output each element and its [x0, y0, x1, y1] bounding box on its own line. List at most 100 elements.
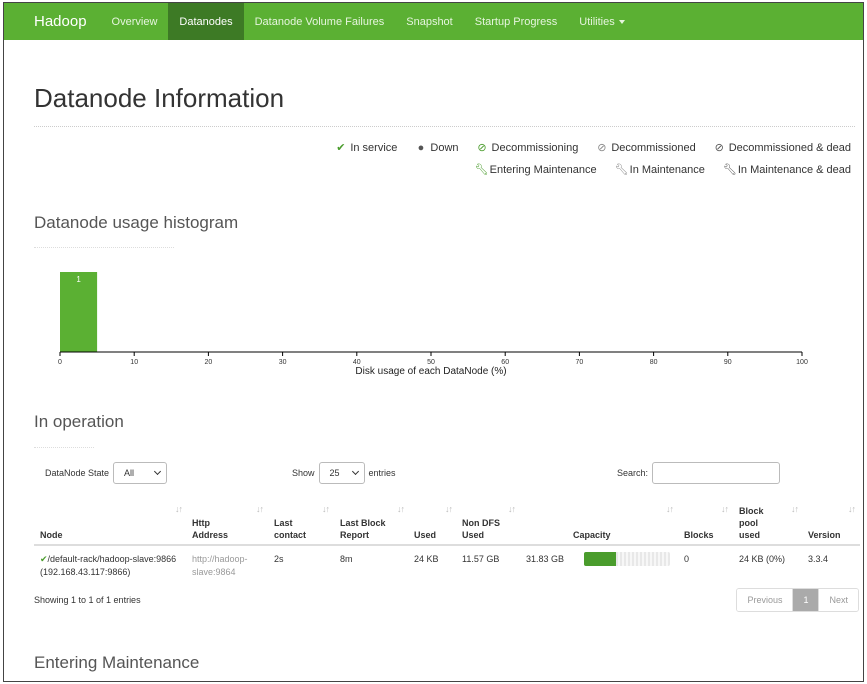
wrench-icon: 🔧︎: [722, 164, 737, 176]
sort-icon[interactable]: ↓↑: [175, 504, 183, 514]
state-select[interactable]: All: [113, 462, 168, 484]
col-block-pool-used[interactable]: Block pool used: [739, 505, 764, 541]
header-line: Address: [192, 530, 229, 540]
entries-label: entries: [368, 468, 396, 478]
nav-startup-progress[interactable]: Startup Progress: [464, 3, 569, 40]
header-line: Last: [274, 518, 293, 528]
col-capacity[interactable]: Capacity: [573, 529, 611, 541]
cell-http-address[interactable]: http://hadoop- slave:9864: [192, 553, 248, 579]
sort-icon[interactable]: ↓↑: [322, 504, 330, 514]
x-tick-label: 100: [796, 359, 808, 366]
legend-row-2: 🔧︎ Entering Maintenance 🔧︎ In Maintenanc…: [474, 163, 851, 177]
brand-link[interactable]: Hadoop: [4, 3, 101, 40]
caret-down-icon: [618, 19, 625, 24]
in-operation-title: In operation: [34, 412, 124, 431]
x-tick-label: 0: [58, 359, 62, 366]
ban-icon: ⊘: [477, 142, 487, 154]
navbar: Hadoop Overview Datanodes Datanode Volum…: [4, 3, 863, 40]
cell-capacity: 31.83 GB: [526, 554, 565, 564]
legend-label: Decommissioned: [611, 141, 696, 154]
legend-label: In Maintenance & dead: [737, 163, 851, 176]
legend-in-maintenance-dead: 🔧︎ In Maintenance & dead: [722, 163, 851, 177]
legend-decommissioned: ⊘ Decommissioned: [596, 141, 696, 155]
nav-datanodes[interactable]: Datanodes: [168, 3, 244, 40]
datanode-table: ↓↑ ↓↑ ↓↑ ↓↑ ↓↑ ↓↑ ↓↑ ↓↑ ↓↑ ↓↑ Node Http …: [34, 500, 860, 586]
nav-volume-failures[interactable]: Datanode Volume Failures: [244, 3, 396, 40]
cell-blocks: 0: [684, 554, 690, 564]
legend-label: Down: [430, 141, 459, 154]
legend-down: ● Down: [415, 141, 459, 154]
chevron-down-icon: [154, 467, 162, 476]
sort-icon[interactable]: ↓↑: [397, 504, 405, 514]
legend-label: Decommissioning: [491, 141, 579, 154]
section-divider: [34, 247, 174, 248]
sort-icon[interactable]: ↓↑: [791, 504, 799, 514]
capacity-bar: [584, 552, 670, 566]
col-http-address[interactable]: Http Address: [192, 517, 228, 541]
node-name: /default-rack/hadoop-slave:9866: [47, 554, 177, 564]
page-length-control: Show 25 entries: [292, 462, 396, 484]
x-tick-label: 30: [279, 359, 287, 366]
col-version[interactable]: Version: [808, 529, 841, 541]
check-icon: ✔: [336, 142, 346, 154]
next-button[interactable]: Next: [819, 589, 858, 611]
sort-icon[interactable]: ↓↑: [666, 504, 674, 514]
node-line: ✔/default-rack/hadoop-slave:9866: [40, 553, 176, 566]
sort-icon[interactable]: ↓↑: [721, 504, 729, 514]
legend-in-maintenance: 🔧︎ In Maintenance: [614, 163, 705, 177]
check-icon: ✔: [40, 554, 48, 564]
state-label: DataNode State: [45, 468, 110, 478]
cell-block-pool-used: 24 KB (0%): [739, 554, 786, 564]
http-line: slave:9864: [192, 567, 236, 577]
previous-button[interactable]: Previous: [737, 589, 794, 611]
x-tick-label: 80: [650, 359, 658, 366]
sort-icon[interactable]: ↓↑: [848, 504, 856, 514]
legend-entering-maintenance: 🔧︎ Entering Maintenance: [474, 163, 597, 177]
page-title: Datanode Information: [34, 83, 285, 113]
cell-non-dfs-used: 11.57 GB: [462, 554, 500, 564]
header-line: Block: [739, 506, 764, 516]
x-tick-label: 70: [576, 359, 584, 366]
col-last-block-report[interactable]: Last Block Report: [340, 517, 386, 541]
sort-icon[interactable]: ↓↑: [445, 504, 453, 514]
col-blocks[interactable]: Blocks: [684, 529, 714, 541]
cell-last-contact: 2s: [274, 554, 284, 564]
legend-label: Entering Maintenance: [489, 163, 597, 176]
section-divider: [34, 447, 94, 448]
cell-used: 24 KB: [414, 554, 439, 564]
page-length-value: 25: [329, 468, 340, 478]
sort-icon[interactable]: ↓↑: [256, 504, 264, 514]
header-line: contact: [274, 530, 307, 540]
search-input[interactable]: [652, 462, 781, 484]
sort-icon[interactable]: ↓↑: [508, 504, 516, 514]
legend-label: In service: [350, 141, 398, 154]
col-used[interactable]: Used: [414, 529, 436, 541]
nav-overview[interactable]: Overview: [101, 3, 169, 40]
legend-label: In Maintenance: [629, 163, 705, 176]
search-control: Search:: [617, 462, 781, 484]
nav-utilities-dropdown[interactable]: Utilities: [568, 3, 635, 40]
exclamation-circle-icon: ●: [417, 141, 425, 154]
wrench-icon: 🔧︎: [614, 164, 629, 176]
show-label: Show: [292, 468, 315, 478]
x-tick-label: 90: [724, 359, 732, 366]
col-last-contact[interactable]: Last contact: [274, 517, 306, 541]
histogram-bar: [60, 272, 98, 352]
x-tick-label: 40: [353, 359, 361, 366]
entering-maintenance-title: Entering Maintenance: [34, 653, 200, 672]
x-tick-label: 10: [130, 359, 138, 366]
page-1-button[interactable]: 1: [793, 589, 820, 611]
x-tick-label: 20: [205, 359, 213, 366]
legend-decommissioning: ⊘ Decommissioning: [477, 141, 579, 155]
title-divider: [34, 126, 855, 127]
datanode-state-filter: DataNode State All: [45, 462, 168, 484]
col-node[interactable]: Node: [40, 529, 63, 541]
page-frame: Hadoop Overview Datanodes Datanode Volum…: [3, 2, 864, 682]
bar-count-label: 1: [76, 275, 81, 284]
page-length-select[interactable]: 25: [318, 462, 365, 484]
col-non-dfs-used[interactable]: Non DFS Used: [462, 517, 500, 541]
table-row: ✔/default-rack/hadoop-slave:9866 (192.16…: [34, 546, 860, 586]
table-header: ↓↑ ↓↑ ↓↑ ↓↑ ↓↑ ↓↑ ↓↑ ↓↑ ↓↑ ↓↑ Node Http …: [34, 500, 860, 546]
nav-snapshot[interactable]: Snapshot: [395, 3, 463, 40]
wrench-icon: 🔧︎: [474, 164, 489, 176]
